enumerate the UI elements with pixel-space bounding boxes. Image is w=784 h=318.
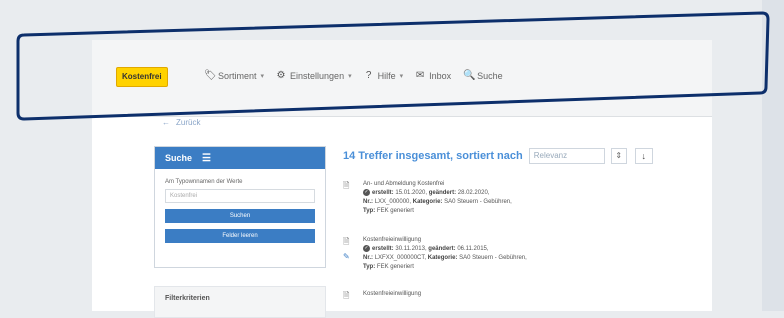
reset-button[interactable]: Felder leeren [165,229,315,243]
nr-value: LXX_000000, [374,199,412,206]
nr-label: Nr.: [363,255,374,262]
created-label: erstellt: [372,246,394,253]
filter-title: Filterkriterien [165,295,210,302]
type-value: FEK generiert [376,208,414,215]
result-title: Kostenfreieinwilligung [363,237,422,243]
sort-direction-button[interactable]: ↓ [634,148,653,164]
category-label: Kategorie: [412,199,443,206]
results-count-title: 14 Treffer insgesamt, sortiert nach [343,150,523,162]
search-panel-title: Suche [165,153,193,163]
category-value: SA0 Steuern - Gebühren, [459,255,527,262]
type-label: Typ: [363,208,376,215]
category-value: SA0 Steuern - Gebühren, [444,199,512,206]
nr-value: LXFXX_000000CT, [374,255,427,262]
sort-select[interactable]: Relevanz [528,148,605,164]
result-item[interactable]: 🗎 ✎ Kostenfreieinwilligung ✓ erstellt: 30.… [343,236,673,272]
check-icon: ✓ [363,245,370,252]
category-label: Kategorie: [427,255,458,262]
document-icon: 🗎 [343,237,350,246]
results-header: 14 Treffer insgesamt, sortiert nach Rele… [343,148,653,164]
search-panel: Suche ☰ Am Typownnamen der Werte Kostenf… [154,146,326,268]
result-item[interactable]: 🗎 Kostenfreieinwilligung [343,290,673,304]
changed-value: 06.11.2015, [457,246,489,253]
search-input[interactable]: Kostenfrei [165,189,315,203]
link-icon: ✎ [343,252,350,261]
created-label: erstellt: [372,190,394,197]
changed-label: geändert: [428,246,456,253]
filter-box: Filterkriterien [154,286,326,318]
created-value: 15.01.2020, [395,190,428,197]
search-panel-header: Suche ☰ [155,147,325,169]
result-item[interactable]: 🗎 An- und Abmeldung Kostenfrei ✓ erstellt… [343,180,673,216]
nr-label: Nr.: [363,199,374,206]
document-icon: 🗎 [343,291,350,300]
check-icon: ✓ [363,189,370,196]
changed-label: geändert: [428,190,457,197]
type-label: Typ: [363,264,376,271]
menu-icon[interactable]: ☰ [202,153,211,164]
created-value: 30.11.2013, [395,246,427,253]
highlight-annotation [16,11,770,121]
search-button[interactable]: Suchen [165,209,315,223]
type-value: FEK generiert [376,264,414,271]
highlight-outline [16,11,770,121]
changed-value: 28.02.2020, [457,190,490,197]
sort-select-arrow-icon[interactable]: ⇕ [610,148,627,164]
result-title: Kostenfreieinwilligung [363,291,422,297]
search-field-label: Am Typownnamen der Werte [165,179,243,185]
result-title: An- und Abmeldung Kostenfrei [363,181,445,187]
document-icon: 🗎 [343,181,350,190]
